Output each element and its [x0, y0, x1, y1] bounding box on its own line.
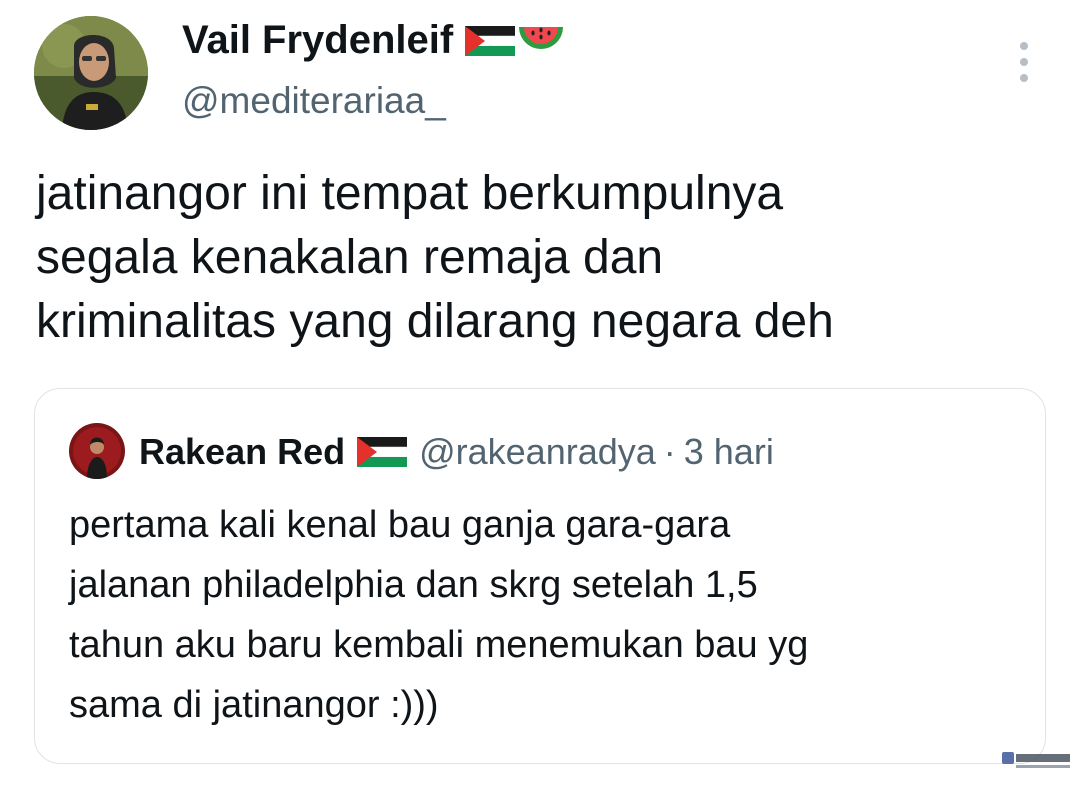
quote-line: jalanan philadelphia dan skrg setelah 1,…	[69, 564, 758, 606]
quoted-tweet-card[interactable]: Rakean Red @rakeanradya · 3 hari pertama…	[34, 388, 1046, 764]
watermark-logo	[1002, 750, 1072, 772]
author-name[interactable]: Vail Frydenleif	[182, 18, 453, 63]
quote-separator: ·	[663, 431, 676, 472]
quote-line: sama di jatinangor :)))	[69, 684, 439, 726]
more-dot	[1020, 74, 1028, 82]
author-handle[interactable]: @mediterariaa_	[182, 80, 446, 122]
quote-text: pertama kali kenal bau ganja gara-gara j…	[69, 495, 1029, 735]
quote-timestamp[interactable]: 3 hari	[684, 431, 774, 473]
more-vertical-icon	[1020, 42, 1028, 50]
palestine-flag-icon	[357, 437, 408, 467]
watermelon-icon	[519, 26, 564, 49]
more-options-button[interactable]	[1006, 40, 1042, 84]
more-dot	[1020, 58, 1028, 66]
palestine-flag-icon	[465, 25, 516, 56]
tweet-line: segala kenakalan remaja dan	[36, 231, 664, 284]
tweet-line: jatinangor ini tempat berkumpulnya	[36, 167, 784, 220]
quote-author-name[interactable]: Rakean Red	[139, 431, 345, 473]
tweet-text: jatinangor ini tempat berkumpulnya segal…	[36, 162, 1046, 354]
tweet-line: kriminalitas yang dilarang negara deh	[36, 295, 834, 348]
quote-author-avatar[interactable]	[69, 423, 125, 479]
author-name-row[interactable]: Vail Frydenleif	[182, 18, 565, 63]
watermark-icon	[1002, 752, 1070, 768]
avatar-photo-icon	[34, 16, 148, 130]
quote-line: tahun aku baru kembali menemukan bau yg	[69, 624, 809, 666]
quote-line: pertama kali kenal bau ganja gara-gara	[69, 504, 731, 546]
avatar-photo-icon	[69, 423, 125, 479]
quote-author-handle[interactable]: @rakeanradya	[419, 431, 656, 473]
quote-header: Rakean Red @rakeanradya · 3 hari	[139, 427, 774, 477]
author-avatar[interactable]	[34, 16, 148, 130]
